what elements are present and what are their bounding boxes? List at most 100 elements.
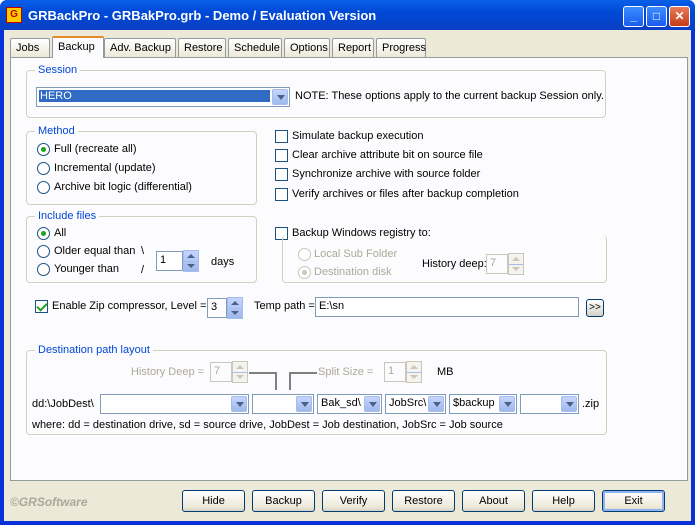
chevron-down-icon[interactable] [428,396,444,412]
registry-local-radio[interactable] [298,248,311,261]
spin-up-icon[interactable] [228,298,242,308]
spin-up-icon[interactable] [233,362,247,372]
include-all-radio[interactable] [37,227,50,240]
tab-schedule[interactable]: Schedule [228,38,282,57]
chevron-down-icon[interactable] [296,396,312,412]
window-title: GRBackPro - GRBakPro.grb - Demo / Evalua… [28,8,377,23]
tab-adv-backup[interactable]: Adv. Backup [104,38,176,57]
session-note: NOTE: These options apply to the current… [295,90,604,102]
zip-label: Enable Zip compressor, Level = [52,300,207,312]
include-younger-label: Younger than [54,263,120,275]
include-younger-radio[interactable] [37,263,50,276]
spin-up-icon[interactable] [509,254,523,264]
include-slash-forward: / [141,264,145,276]
hide-button[interactable]: Hide [182,490,245,512]
dest-combo-4[interactable]: JobSrc\ [385,394,446,414]
chevron-down-icon[interactable] [272,89,288,105]
dest-combo-3[interactable]: Bak_sd\ [317,394,382,414]
method-incremental-radio[interactable] [37,162,50,175]
dest-combo-5[interactable]: $backup [449,394,517,414]
registry-history-input[interactable]: 7 [486,254,508,274]
zip-level-spinner[interactable] [227,297,243,319]
days-input[interactable]: 1 [156,251,183,271]
dest-split-spinner[interactable] [406,361,422,383]
about-button[interactable]: About [462,490,525,512]
tab-jobs[interactable]: Jobs [10,38,50,57]
spin-down-icon[interactable] [228,308,242,318]
spin-up-icon[interactable] [407,362,421,372]
dest-history-spinner[interactable] [232,361,248,383]
split-connector [289,372,317,390]
tab-options[interactable]: Options [284,38,330,57]
dest-combo-6[interactable] [520,394,579,414]
synchronize-checkbox[interactable] [275,168,288,181]
spin-down-icon[interactable] [509,264,523,274]
spin-down-icon[interactable] [184,261,198,271]
verify-label: Verify archives or files after backup co… [292,188,519,200]
verify-checkbox[interactable] [275,188,288,201]
method-archive-bit-radio[interactable] [37,181,50,194]
gr-app-icon[interactable]: G [6,7,22,23]
session-combo[interactable]: HERO [36,87,290,107]
tab-backup[interactable]: Backup [52,36,104,58]
zip-checkbox[interactable] [35,300,48,313]
session-value: HERO [39,90,270,102]
spin-down-icon[interactable] [407,372,421,382]
dest-help-text: where: dd = destination drive, sd = sour… [32,419,503,431]
spin-up-icon[interactable] [184,251,198,261]
dest-split-unit: MB [437,366,454,378]
chevron-down-icon[interactable] [231,396,247,412]
include-legend: Include files [35,210,100,222]
spin-down-icon[interactable] [233,372,247,382]
method-archive-bit-label: Archive bit logic (differential) [54,181,192,193]
backup-button[interactable]: Backup [252,490,315,512]
app-window: G GRBackPro - GRBakPro.grb - Demo / Eval… [0,0,695,525]
days-spinner[interactable] [183,250,199,272]
zip-level-input[interactable]: 3 [207,298,227,318]
verify-button[interactable]: Verify [322,490,385,512]
dest-history-label: History Deep = [131,366,205,378]
brand-label: ©GRSoftware [10,495,88,509]
chevron-down-icon[interactable] [499,396,515,412]
registry-destination-label: Destination disk [314,266,392,278]
close-icon[interactable]: ✕ [669,6,690,27]
browse-button[interactable]: >> [586,299,604,317]
chevron-down-icon[interactable] [364,396,380,412]
exit-button[interactable]: Exit [602,490,665,512]
tab-restore[interactable]: Restore [178,38,226,57]
dest-split-input[interactable]: 1 [384,362,406,382]
synchronize-label: Synchronize archive with source folder [292,168,481,180]
title-bar[interactable]: G GRBackPro - GRBakPro.grb - Demo / Eval… [0,0,695,30]
dest-combo-4-value: JobSrc\ [389,397,427,409]
dest-history-input[interactable]: 7 [210,362,232,382]
method-full-radio[interactable] [37,143,50,156]
include-older-radio[interactable] [37,245,50,258]
maximize-icon[interactable]: □ [646,6,667,27]
simulate-checkbox[interactable] [275,130,288,143]
dest-combo-2[interactable] [252,394,314,414]
registry-history-label: History deep: [422,258,487,270]
registry-label: Backup Windows registry to: [292,227,431,239]
temp-path-input[interactable]: E:\sn [315,297,579,317]
include-older-label: Older equal than [54,245,136,257]
session-group: Session HERO NOTE: These options apply t… [26,64,606,118]
clear-archive-checkbox[interactable] [275,149,288,162]
method-group: Method Full (recreate all) Incremental (… [26,125,257,205]
dest-split-label: Split Size = [318,366,374,378]
tab-progress[interactable]: Progress [376,38,426,57]
registry-history-spinner[interactable] [508,253,524,275]
dest-combo-1[interactable] [100,394,249,414]
registry-destination-radio[interactable] [298,266,311,279]
dest-suffix: .zip [582,398,600,410]
client-area: Jobs Backup Adv. Backup Restore Schedule… [4,30,691,521]
tab-report[interactable]: Report [332,38,374,57]
chevron-down-icon[interactable] [561,396,577,412]
minimize-icon[interactable]: _ [623,6,644,27]
backup-panel: Session HERO NOTE: These options apply t… [10,57,688,481]
restore-button[interactable]: Restore [392,490,455,512]
help-button[interactable]: Help [532,490,595,512]
dest-prefix: dd:\JobDest\ [32,398,94,410]
registry-local-label: Local Sub Folder [314,248,398,260]
include-files-group: Include files All Older equal than \ You… [26,210,257,283]
method-incremental-label: Incremental (update) [54,162,156,174]
